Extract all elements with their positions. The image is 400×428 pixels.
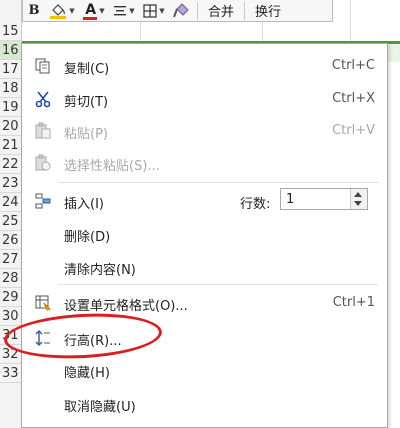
row-number[interactable]: 27 — [0, 250, 21, 269]
menu-item-paste[interactable]: 粘贴(P) Ctrl+V — [22, 117, 387, 145]
mini-toolbar: B ▼ A ▼ ▼ ▼ 合并 换行 — [22, 0, 333, 22]
menu-item-delete[interactable]: 删除(D) — [22, 220, 387, 248]
row-number[interactable]: 23 — [0, 174, 21, 193]
bold-button[interactable]: B — [23, 0, 45, 22]
chevron-down-icon: ▼ — [69, 6, 75, 15]
menu-item-unhide[interactable]: 取消隐藏(U) — [22, 390, 387, 418]
format-cells-icon — [32, 292, 54, 314]
chevron-down-icon: ▼ — [129, 6, 135, 15]
row-number[interactable]: 17 — [0, 60, 21, 79]
menu-item-paste-special[interactable]: 选择性粘贴(S)... — [22, 149, 387, 177]
rows-count-value[interactable]: 1 — [286, 192, 294, 207]
chevron-down-icon: ▼ — [99, 6, 105, 15]
row-number[interactable]: 21 — [0, 136, 21, 155]
font-color-button[interactable]: A ▼ — [79, 0, 109, 22]
row-number[interactable]: 22 — [0, 155, 21, 174]
row-number[interactable]: 33 — [0, 364, 21, 383]
menu-item-label: 删除(D) — [64, 230, 111, 245]
font-color-icon: A — [83, 1, 98, 20]
menu-item-label: 清除内容(N) — [64, 263, 136, 278]
borders-button[interactable]: ▼ — [139, 0, 169, 22]
row-number[interactable]: 29 — [0, 288, 21, 307]
menu-item-label: 剪切(T) — [64, 95, 109, 110]
align-button[interactable]: ▼ — [109, 0, 139, 22]
rows-count-group: 行数: 1 — [240, 188, 368, 212]
rows-count-label: 行数: — [240, 197, 271, 212]
menu-item-label: 粘贴(P) — [64, 127, 108, 142]
paint-bucket-icon — [50, 3, 67, 19]
menu-item-label: 隐藏(H) — [64, 366, 110, 381]
scissors-icon — [32, 88, 54, 110]
menu-item-cut[interactable]: 剪切(T) Ctrl+X — [22, 85, 387, 113]
toolbar-divider — [244, 1, 246, 20]
rows-count-stepper[interactable]: 1 — [280, 188, 368, 210]
shortcut-label: Ctrl+1 — [332, 295, 375, 310]
row-number[interactable]: 28 — [0, 269, 21, 288]
menu-item-label: 选择性粘贴(S)... — [64, 159, 160, 174]
shortcut-label: Ctrl+V — [332, 123, 375, 138]
chevron-down-icon: ▼ — [159, 6, 165, 15]
menu-item-clear-contents[interactable]: 清除内容(N) — [22, 253, 387, 281]
row-number[interactable]: 19 — [0, 98, 21, 117]
insert-rows-icon — [32, 190, 54, 212]
align-center-icon — [114, 5, 127, 15]
wrap-text-button[interactable]: 换行 — [249, 0, 287, 22]
row-number[interactable]: 30 — [0, 307, 21, 326]
menu-item-hide[interactable]: 隐藏(H) — [22, 356, 387, 384]
menu-item-label: 设置单元格格式(O)... — [64, 299, 188, 314]
merge-button[interactable]: 合并 — [202, 0, 240, 22]
context-menu: 复制(C) Ctrl+C 剪切(T) Ctrl+X 粘贴(P) Ctrl+V 选… — [21, 43, 388, 428]
menu-item-label: 插入(I) — [64, 197, 104, 212]
row-number[interactable]: 20 — [0, 117, 21, 136]
borders-icon — [143, 3, 157, 18]
row-number[interactable]: 26 — [0, 231, 21, 250]
row-number[interactable]: 15 — [0, 22, 21, 41]
shortcut-label: Ctrl+X — [332, 91, 375, 106]
menu-item-insert[interactable]: 插入(I) 行数: 1 — [22, 187, 387, 215]
row-number[interactable]: 25 — [0, 212, 21, 231]
shortcut-label: Ctrl+C — [331, 58, 375, 73]
row-number[interactable]: 18 — [0, 79, 21, 98]
toolbar-divider — [197, 1, 198, 20]
format-painter-button[interactable] — [169, 0, 193, 22]
menu-separator — [58, 284, 378, 285]
paste-icon — [32, 120, 54, 142]
menu-item-label: 复制(C) — [64, 62, 110, 77]
fill-color-button[interactable]: ▼ — [45, 0, 79, 22]
row-number[interactable]: 16 — [0, 41, 21, 60]
stepper-buttons[interactable] — [350, 189, 367, 209]
paste-special-icon — [32, 152, 54, 174]
arrow-up-icon[interactable] — [354, 192, 362, 197]
menu-item-label: 取消隐藏(U) — [64, 400, 136, 415]
copy-icon — [32, 55, 54, 77]
arrow-down-icon[interactable] — [354, 201, 362, 206]
bold-icon: B — [28, 3, 40, 18]
menu-separator — [58, 182, 378, 183]
row-number[interactable]: 24 — [0, 193, 21, 212]
row-header-column: 15 16 17 18 19 20 21 22 23 24 25 26 27 2… — [0, 0, 22, 428]
menu-item-format-cells[interactable]: 设置单元格格式(O)... Ctrl+1 — [22, 289, 387, 317]
format-painter-icon — [173, 2, 189, 17]
menu-item-copy[interactable]: 复制(C) Ctrl+C — [22, 52, 387, 80]
